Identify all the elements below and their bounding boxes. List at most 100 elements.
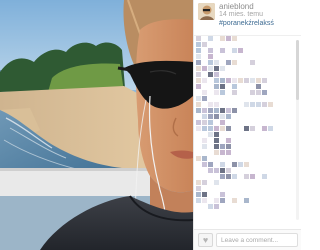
hashtag-link[interactable]: #poranekźrelaksś <box>219 20 274 28</box>
like-button[interactable]: ♥ <box>198 233 213 247</box>
post-photo <box>0 0 193 250</box>
mosaic-tile <box>220 90 225 95</box>
mosaic-tile <box>220 78 225 83</box>
mosaic-tile <box>208 102 213 107</box>
mosaic-tile <box>208 114 213 119</box>
mosaic-tile <box>256 78 261 83</box>
mosaic-tile <box>226 126 231 131</box>
username-link[interactable]: anieblond <box>219 2 254 11</box>
mosaic-tile <box>214 102 219 107</box>
mosaic-tile <box>196 156 201 161</box>
mosaic-tile <box>196 192 201 197</box>
mosaic-tile <box>244 78 249 83</box>
mosaic-tile <box>262 174 267 179</box>
mosaic-tile <box>202 156 207 161</box>
mosaic-tile <box>196 60 201 65</box>
mosaic-tile <box>256 102 261 107</box>
mosaic-tile <box>226 108 231 113</box>
mosaic-tile <box>202 96 207 101</box>
mosaic-tile <box>202 78 207 83</box>
mosaic-tile <box>244 102 249 107</box>
mosaic-tile <box>268 126 273 131</box>
mosaic-tile <box>214 198 219 203</box>
mosaic-tile <box>202 198 207 203</box>
mosaic-tile <box>202 144 207 149</box>
avatar[interactable] <box>198 3 215 20</box>
mosaic-tile <box>238 78 243 83</box>
mosaic-tile <box>202 126 207 131</box>
mosaic-tile <box>214 168 219 173</box>
mosaic-tile <box>226 144 231 149</box>
mosaic-tile <box>196 96 201 101</box>
mosaic-tile <box>208 54 213 59</box>
mosaic-tile <box>220 162 225 167</box>
mosaic-tile <box>268 102 273 107</box>
mosaic-tile <box>202 114 207 119</box>
pixelated-comments-mosaic <box>196 36 273 209</box>
mosaic-tile <box>220 84 225 89</box>
mosaic-tile <box>196 102 201 107</box>
mosaic-tile <box>220 120 225 125</box>
mosaic-tile <box>208 72 213 77</box>
mosaic-tile <box>202 108 207 113</box>
mosaic-tile <box>208 126 213 131</box>
mosaic-tile <box>196 84 201 89</box>
comments-scrollbar[interactable] <box>296 40 299 220</box>
post-side-panel: anieblond 14 mies. temu #poranekźrelaksś… <box>193 0 301 250</box>
mosaic-tile <box>244 198 249 203</box>
mosaic-tile <box>208 162 213 167</box>
mosaic-tile <box>196 180 201 185</box>
mosaic-tile <box>214 114 219 119</box>
mosaic-tile <box>214 132 219 137</box>
mosaic-tile <box>208 132 213 137</box>
mosaic-tile <box>196 186 201 191</box>
mosaic-tile <box>202 66 207 71</box>
mosaic-tile <box>202 192 207 197</box>
mosaic-tile <box>208 168 213 173</box>
mosaic-tile <box>226 114 231 119</box>
post-header: anieblond 14 mies. temu #poranekźrelaksś <box>194 0 301 36</box>
mosaic-tile <box>232 198 237 203</box>
mosaic-tile <box>208 204 213 209</box>
mosaic-tile <box>244 174 249 179</box>
comments-list-obscured <box>194 36 301 224</box>
mosaic-tile <box>250 78 255 83</box>
mosaic-tile <box>256 84 261 89</box>
mosaic-tile <box>262 90 267 95</box>
mosaic-tile <box>250 90 255 95</box>
mosaic-tile <box>202 162 207 167</box>
mosaic-tile <box>226 168 231 173</box>
mosaic-tile <box>250 102 255 107</box>
mosaic-tile <box>214 108 219 113</box>
mosaic-tile <box>220 66 225 71</box>
mosaic-tile <box>214 60 219 65</box>
mosaic-tile <box>250 174 255 179</box>
mosaic-tile <box>208 60 213 65</box>
mosaic-tile <box>220 108 225 113</box>
mosaic-tile <box>214 204 219 209</box>
mosaic-tile <box>196 78 201 83</box>
mosaic-tile <box>202 90 207 95</box>
mosaic-tile <box>202 42 207 47</box>
mosaic-tile <box>202 120 207 125</box>
mosaic-tile <box>226 78 231 83</box>
mosaic-tile <box>214 180 219 185</box>
mosaic-tile <box>220 114 225 119</box>
mosaic-tile <box>220 150 225 155</box>
mosaic-tile <box>214 72 219 77</box>
mosaic-tile <box>262 102 267 107</box>
mosaic-tile <box>220 192 225 197</box>
mosaic-tile <box>214 84 219 89</box>
scrollbar-thumb[interactable] <box>296 40 299 100</box>
mosaic-tile <box>232 174 237 179</box>
mosaic-tile <box>196 36 201 41</box>
mosaic-tile <box>226 150 231 155</box>
mosaic-tile <box>244 126 249 131</box>
heart-icon: ♥ <box>202 234 209 245</box>
mosaic-tile <box>214 144 219 149</box>
mosaic-tile <box>214 150 219 155</box>
mosaic-tile <box>196 54 201 59</box>
comment-input[interactable] <box>216 233 298 247</box>
mosaic-tile <box>196 48 201 53</box>
mosaic-tile <box>196 42 201 47</box>
